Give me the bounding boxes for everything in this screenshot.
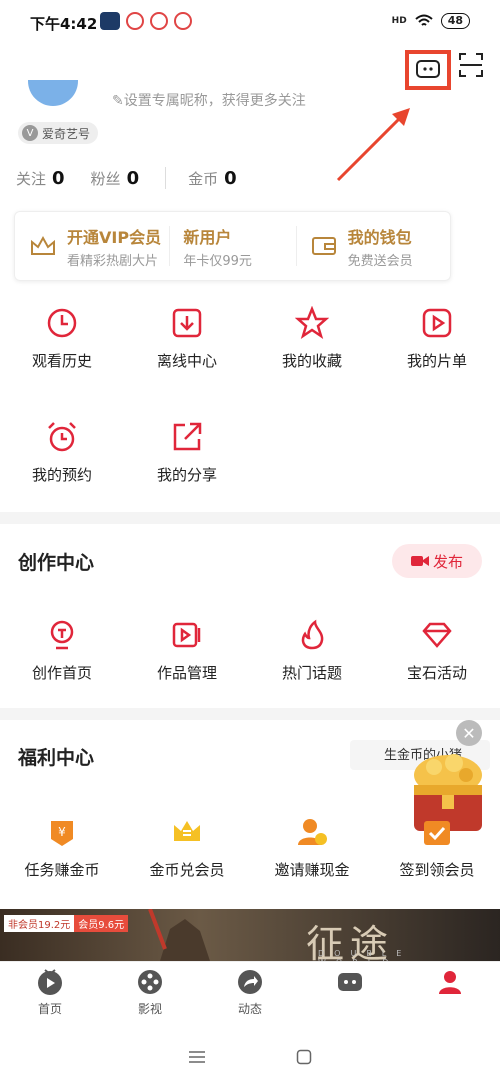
tab-movies[interactable]: 影视 (100, 962, 200, 1023)
creation-center-title: 创作中心 (18, 552, 95, 574)
game-icon (338, 973, 362, 991)
status-right: HD 48 (392, 13, 470, 29)
scan-icon[interactable] (458, 52, 484, 78)
system-nav-bar (0, 1030, 500, 1084)
checkin-icon (424, 821, 450, 845)
home-square-icon[interactable] (296, 1049, 312, 1065)
camera-icon (410, 556, 429, 566)
battery-indicator: 48 (440, 13, 470, 29)
alarm-icon (48, 422, 76, 452)
vip-open-button[interactable]: 开通VIP会员 看精彩热剧大片 (15, 212, 169, 280)
crown-icon (31, 235, 55, 255)
avatar[interactable] (28, 80, 78, 106)
close-icon[interactable]: ✕ (456, 720, 482, 746)
app-notification-icon (174, 12, 192, 30)
nickname-hint[interactable]: ✎设置专属昵称，获得更多关注 (112, 90, 306, 110)
grid-watch-history[interactable]: 观看历史 (12, 306, 112, 371)
stat-coins[interactable]: 金币 0 (188, 168, 263, 189)
publish-button[interactable]: 发布 (392, 544, 482, 578)
grid-playlist[interactable]: 我的片单 (387, 306, 487, 371)
grid-works-manage[interactable]: 作品管理 (137, 618, 237, 683)
app-notification-icon (126, 12, 144, 30)
task-coin-icon: ¥ (51, 821, 73, 846)
status-time: 下午4:42 (30, 15, 98, 33)
download-icon (172, 308, 202, 338)
grid-hot-topics[interactable]: 热门话题 (262, 618, 362, 683)
stats-row: 关注 0 粉丝 0 金币 0 (16, 167, 263, 189)
film-reel-icon (138, 970, 162, 994)
grid-gem-activity[interactable]: 宝石活动 (387, 618, 487, 683)
movie-banner[interactable]: 非会员19.2元 会员9.6元 征途 DOUBLE WORLD (0, 909, 500, 961)
banner-subtitle: DOUBLE WORLD (318, 949, 412, 961)
wallet-button[interactable]: 我的钱包 免费送会员 (295, 212, 450, 280)
tab-profile[interactable] (400, 962, 500, 1023)
stat-follow[interactable]: 关注 0 (16, 168, 91, 189)
message-icon (416, 60, 440, 78)
vip-card: 开通VIP会员 看精彩热剧大片 新用户 年卡仅99元 我的钱包 免费送会员 (14, 211, 451, 281)
stat-fans[interactable]: 粉丝 0 (91, 168, 166, 189)
grid-task-coins[interactable]: ¥ 任务赚金币 (12, 815, 112, 880)
divider (165, 167, 167, 189)
tab-feed[interactable]: 动态 (200, 962, 300, 1023)
gem-icon (422, 622, 452, 648)
app-notification-icon (100, 12, 120, 30)
welfare-center-title: 福利中心 (18, 747, 95, 769)
grid-favorites[interactable]: 我的收藏 (262, 306, 362, 371)
share-arrow-icon (238, 970, 262, 994)
video-manage-icon (172, 622, 201, 648)
profile-icon (439, 971, 461, 994)
message-button[interactable] (405, 50, 451, 90)
tab-games[interactable] (300, 962, 400, 1023)
notification-icons (100, 12, 192, 30)
play-list-icon (422, 308, 452, 338)
tab-home[interactable]: 首页 (0, 962, 100, 1023)
invite-icon (298, 819, 327, 845)
section-divider (0, 512, 500, 524)
svg-text:¥: ¥ (58, 825, 66, 839)
grid-checkin-vip[interactable]: 签到领会员 (387, 815, 487, 880)
annotation-arrow (336, 108, 410, 182)
edit-icon: ✎ (112, 93, 124, 109)
wifi-icon (415, 14, 433, 26)
star-icon (295, 306, 329, 339)
grid-reservations[interactable]: 我的预约 (12, 420, 112, 485)
share-icon (173, 422, 202, 451)
brand-badge[interactable]: V 爱奇艺号 (18, 122, 99, 144)
grid-invite-cash[interactable]: 邀请赚现金 (262, 815, 362, 880)
app-notification-icon (150, 12, 168, 30)
section-divider (0, 708, 500, 720)
signal-icon: HD (391, 16, 407, 26)
home-tv-icon (38, 969, 62, 995)
wallet-icon (311, 237, 336, 255)
menu-icon[interactable] (188, 1050, 206, 1064)
crown-coin-icon (174, 821, 200, 841)
creator-home-icon (50, 620, 74, 650)
v-badge-icon: V (22, 125, 38, 141)
grid-creator-home[interactable]: 创作首页 (12, 618, 112, 683)
bottom-tab-bar: 首页 影视 动态 (0, 961, 500, 1023)
price-tags: 非会员19.2元 会员9.6元 (4, 915, 129, 932)
fire-icon (301, 619, 324, 650)
banner-figure (148, 909, 210, 961)
grid-offline-center[interactable]: 离线中心 (137, 306, 237, 371)
grid-my-share[interactable]: 我的分享 (137, 420, 237, 485)
grid-coins-for-vip[interactable]: 金币兑会员 (137, 815, 237, 880)
new-user-offer[interactable]: 新用户 年卡仅99元 (169, 212, 295, 280)
clock-icon (47, 308, 77, 338)
